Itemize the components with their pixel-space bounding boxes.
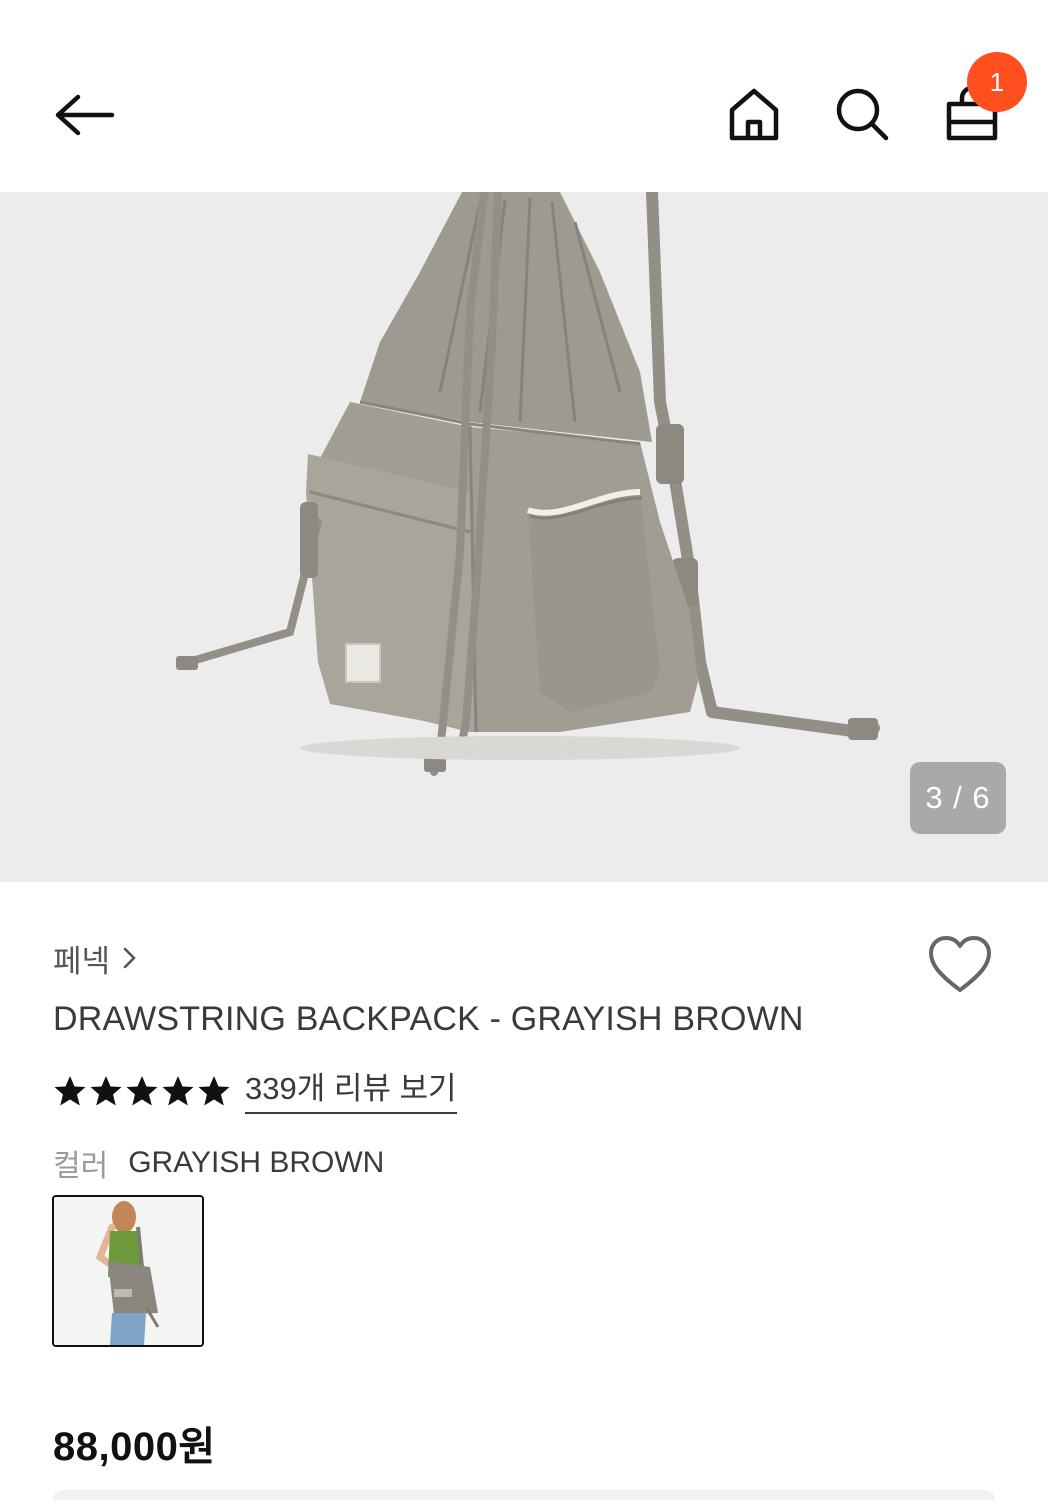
product-image-gallery[interactable]: 3 / 6 [0,192,1048,882]
search-button[interactable] [826,78,898,150]
image-page-counter: 3 / 6 [910,762,1006,834]
drawstring-backpack-illustration [176,192,880,776]
star-icon [162,1076,194,1106]
review-link[interactable]: 339개 리뷰 보기 [245,1069,457,1114]
product-price: 88,000원 [53,1425,216,1469]
search-icon [836,88,889,141]
top-navigation-bar: 1 [0,0,1048,192]
heart-icon [929,936,991,992]
color-label: 컬러 [53,1150,109,1183]
color-swatch-thumbnail[interactable] [52,1195,204,1347]
rating-stars [53,1074,231,1108]
product-title: DRAWSTRING BACKPACK - GRAYISH BROWN [53,1000,804,1038]
star-icon [54,1076,86,1106]
rating-row: 339개 리뷰 보기 [53,1068,457,1114]
color-option-row: 컬러 GRAYISH BROWN [53,1142,384,1184]
chevron-right-icon [122,945,138,971]
star-icon [90,1076,122,1106]
cart-count-badge: 1 [967,52,1027,112]
bottom-section-edge [53,1490,995,1500]
star-icon [198,1076,230,1106]
model-thumbnail-illustration [54,1197,202,1345]
home-icon [729,88,779,141]
home-button[interactable] [718,78,790,150]
brand-name: 페넥 [53,943,111,979]
arrow-left-icon [55,94,115,136]
back-button[interactable] [44,80,124,150]
brand-link[interactable]: 페넥 [53,938,138,979]
wishlist-button[interactable] [924,932,996,998]
color-value: GRAYISH BROWN [128,1146,385,1179]
star-icon [126,1076,158,1106]
